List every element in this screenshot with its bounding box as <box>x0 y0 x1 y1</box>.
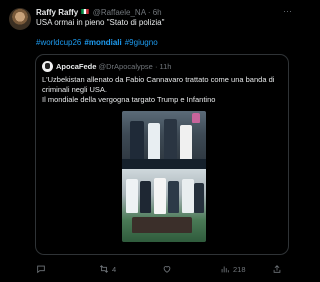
bar-chart-icon <box>221 266 229 273</box>
hashtag-list: #worldcup26 #mondiali #9giugno <box>36 38 290 48</box>
retweet-count: 4 <box>112 264 117 274</box>
quoted-tweet[interactable]: ApocaFede @DrApocalypse · 11h L'Uzbekist… <box>35 54 289 255</box>
hashtag-9giugno[interactable]: #9giugno <box>125 38 158 47</box>
media-photo-top[interactable] <box>122 111 206 169</box>
quote-text-line1: L'Uzbekistan allenato da Fabio Cannavaro… <box>42 75 275 94</box>
share-icon <box>273 265 281 273</box>
more-options-icon[interactable]: ··· <box>283 7 292 16</box>
author-avatar[interactable] <box>9 8 31 30</box>
quote-time[interactable]: · 11h <box>155 62 172 71</box>
tweet-header: Raffy Raffy @Raffaele_NA · 6h <box>36 8 290 18</box>
retweet-icon <box>99 265 109 273</box>
author-handle[interactable]: @Raffaele_NA <box>93 8 146 17</box>
retweet-button[interactable]: 4 <box>99 264 116 274</box>
reply-icon <box>37 265 45 274</box>
quote-text-line2: Il mondiale della vergogna targato Trump… <box>42 95 216 104</box>
views-button[interactable]: 218 <box>220 264 246 274</box>
quote-author-handle[interactable]: @DrApocalypse <box>99 62 153 71</box>
quote-media[interactable] <box>122 111 206 242</box>
tweet-actions: 4 218 <box>36 264 288 276</box>
hashtag-worldcup26[interactable]: #worldcup26 <box>36 38 81 47</box>
quote-author-name[interactable]: ApocaFede <box>56 62 96 71</box>
media-photo-bottom[interactable] <box>122 169 206 242</box>
hashtag-mondiali[interactable]: #mondiali <box>84 38 121 47</box>
italy-flag-icon <box>81 9 90 14</box>
like-button[interactable] <box>162 264 175 274</box>
reply-button[interactable] <box>36 264 49 274</box>
tweet-time[interactable]: · 6h <box>148 8 162 17</box>
author-name[interactable]: Raffy Raffy <box>36 8 78 17</box>
heart-icon <box>163 266 171 273</box>
quote-text: L'Uzbekistan allenato da Fabio Cannavaro… <box>42 75 282 105</box>
share-button[interactable] <box>272 264 282 274</box>
quote-header: ApocaFede @DrApocalypse · 11h <box>56 61 171 72</box>
tweet-text: USA ormai in pieno "Stato di polizia" <box>36 18 165 27</box>
views-count: 218 <box>233 264 246 274</box>
quote-author-avatar[interactable] <box>42 61 53 72</box>
